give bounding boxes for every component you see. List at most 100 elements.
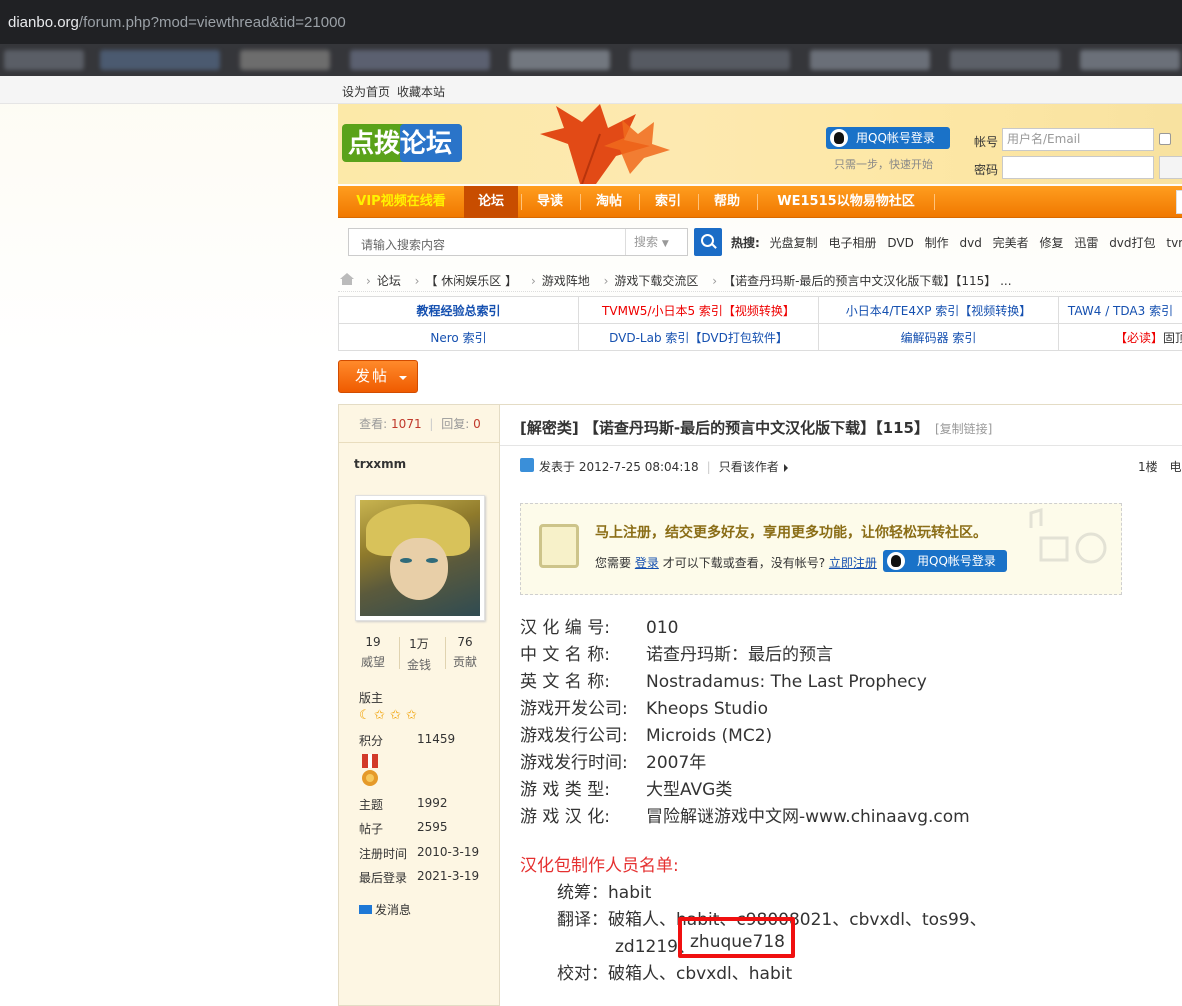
info-line: 中 文 名 称: 诺查丹玛斯：最后的预言 — [520, 645, 833, 665]
login-notice: 马上注册，结交更多好友，享用更多功能，让你轻松玩转社区。 您需要 登录 才可以下… — [520, 503, 1122, 595]
qq-login-button[interactable]: 用QQ帐号登录 — [883, 550, 1007, 572]
login-button[interactable] — [1159, 156, 1182, 179]
info-line: 游戏发行时间: 2007年 — [520, 753, 707, 773]
nav-help[interactable]: 帮助 — [701, 186, 753, 218]
link-codec-index[interactable]: 编解码器 索引 — [901, 331, 977, 345]
credit-proof: 校对：破箱人、cbvxdl、habit — [557, 964, 793, 984]
set-home-link[interactable]: 设为首页 — [342, 83, 390, 100]
star-icon: ✩ — [406, 708, 417, 723]
post-meta: 发表于 2012-7-25 08:04:18 | 只看该作者 — [539, 458, 792, 475]
search-input[interactable]: 请输入搜索内容 — [361, 236, 445, 253]
stat-prestige[interactable]: 19 威望 — [355, 635, 391, 670]
index-links-table: 教程经验总索引 TVMW5/小日本5 索引【视频转换】 小日本4/TE4XP 索… — [338, 296, 1182, 351]
breadcrumb-item[interactable]: 游戏下载交流区 — [614, 274, 698, 288]
qq-icon — [887, 552, 905, 570]
link-pinned[interactable]: 固顶 — [1163, 331, 1181, 345]
link-nero-index[interactable]: Nero 索引 — [430, 331, 486, 345]
decorative-icons — [1029, 508, 1107, 564]
new-post-button[interactable]: 发帖 — [338, 360, 418, 393]
author-online-icon — [520, 458, 534, 472]
home-icon[interactable] — [340, 273, 354, 285]
bookmark-link[interactable]: 收藏本站 — [397, 83, 445, 100]
medal-icon[interactable] — [361, 754, 379, 788]
account-label: 帐号 — [974, 135, 999, 149]
floor-number: 1楼 电梯 — [1138, 458, 1182, 475]
nav-vip-video[interactable]: VIP视频在线看 — [342, 186, 460, 218]
moon-icon: ☾ — [359, 708, 371, 723]
svg-text:点拨论坛: 点拨论坛 — [348, 128, 452, 159]
hot-item[interactable]: 修复 — [1040, 236, 1064, 250]
points-row: 积分 11459 — [359, 732, 456, 748]
send-message-link[interactable]: 发消息 — [359, 901, 411, 918]
hot-label: 热搜: — [731, 236, 760, 250]
info-line: 英 文 名 称: Nostradamus: The Last Prophecy — [520, 672, 927, 692]
url-text[interactable]: dianbo.org/forum.php?mod=viewthread&tid=… — [8, 14, 346, 31]
breadcrumb-current: 【诺查丹玛斯-最后的预言中文汉化版下载】【115】 ... — [723, 274, 1012, 288]
elevator-label[interactable]: 电梯 — [1169, 460, 1182, 474]
star-icon: ✩ — [374, 708, 385, 723]
breadcrumb-item[interactable]: 【 休闲娱乐区 】 — [425, 274, 517, 288]
topics-row: 主题 1992 — [359, 796, 448, 812]
auto-login-checkbox[interactable] — [1159, 133, 1171, 145]
star-icon: ✩ — [390, 708, 401, 723]
nav-guide[interactable]: 导读 — [524, 186, 576, 218]
nav-we1515[interactable]: WE1515以物易物社区 — [762, 186, 930, 218]
search-scope-select[interactable]: 搜索 ▼ — [625, 229, 687, 255]
password-input[interactable] — [1002, 156, 1154, 179]
avatar[interactable] — [355, 495, 485, 621]
last-login-row: 最后登录 2021-3-19 — [359, 869, 480, 885]
notice-text: 您需要 登录 才可以下载或查看，没有帐号? 立即注册 — [595, 556, 877, 570]
user-rank: 版主 — [359, 691, 384, 705]
link-taw4-index[interactable]: TAW4 / TDA3 索引 — [1068, 304, 1173, 318]
post-main: [解密类] 【诺查丹玛斯-最后的预言中文汉化版下载】【115】 [复制链接] 发表… — [500, 404, 1182, 1006]
qq-login-button[interactable]: 用QQ帐号登录 — [826, 127, 950, 149]
hot-item[interactable]: 完美者 — [993, 236, 1029, 250]
nav-forum[interactable]: 论坛 — [464, 186, 518, 218]
hot-item[interactable]: tvmw5 — [1166, 236, 1182, 250]
nav-collection[interactable]: 淘帖 — [583, 186, 635, 218]
hot-item[interactable]: 制作 — [925, 236, 949, 250]
qq-login-label: 用QQ帐号登录 — [856, 131, 935, 145]
breadcrumb: › 论坛 › 【 休闲娱乐区 】 › 游戏阵地 › 游戏下载交流区 › 【诺查丹玛斯-最后… — [338, 266, 1182, 292]
info-line: 游 戏 类 型: 大型AVG类 — [520, 780, 733, 800]
username-input[interactable]: 用户名/Email — [1002, 128, 1154, 151]
hot-searches: 热搜: 光盘复制 电子相册 DVD 制作 dvd 完美者 修复 迅雷 dvd打包… — [731, 234, 1182, 251]
stat-money[interactable]: 1万 金钱 — [401, 635, 437, 673]
info-line: 游戏发行公司: Microids (MC2) — [520, 726, 773, 746]
search-box[interactable]: 请输入搜索内容 搜索 ▼ — [348, 228, 688, 256]
nav-index[interactable]: 索引 — [642, 186, 694, 218]
stat-contribution[interactable]: 76 贡献 — [447, 635, 483, 670]
hot-item[interactable]: 电子相册 — [828, 236, 876, 250]
site-logo[interactable]: 点拨论坛 — [340, 120, 466, 164]
search-icon[interactable] — [694, 228, 722, 256]
address-bar[interactable]: dianbo.org/forum.php?mod=viewthread&tid=… — [0, 0, 1182, 44]
link-must-read[interactable]: 【必读】 — [1115, 331, 1163, 345]
qq-tip: 只需一步，快速开始 — [834, 158, 933, 171]
link-dvdlab-index[interactable]: DVD-Lab 索引【DVD打包软件】 — [609, 331, 788, 345]
lock-icon — [539, 524, 579, 568]
copy-link[interactable]: [复制链接] — [935, 422, 992, 436]
envelope-icon — [359, 905, 372, 914]
hot-item[interactable]: DVD — [887, 236, 913, 250]
register-link[interactable]: 立即注册 — [829, 556, 877, 570]
hot-item[interactable]: 光盘复制 — [770, 236, 818, 250]
breadcrumb-item[interactable]: 游戏阵地 — [542, 274, 590, 288]
post-title: [解密类] 【诺查丹玛斯-最后的预言中文汉化版下载】【115】 [复制链接] — [520, 419, 993, 437]
posts-row: 帖子 2595 — [359, 820, 448, 836]
qq-icon — [830, 129, 848, 147]
hot-item[interactable]: dvd — [959, 236, 981, 250]
info-line: 汉 化 编 号: 010 — [520, 618, 679, 638]
author-username[interactable]: trxxmm — [354, 457, 406, 471]
link-tvmw5-index[interactable]: TVMW5/小日本5 索引【视频转换】 — [602, 304, 795, 318]
login-link[interactable]: 登录 — [635, 556, 659, 570]
maple-leaf-decoration — [540, 104, 670, 184]
breadcrumb-item[interactable]: 论坛 — [377, 274, 401, 288]
play-icon — [783, 464, 792, 472]
link-tutorial-index[interactable]: 教程经验总索引 — [416, 304, 500, 318]
author-only-link[interactable]: 只看该作者 — [719, 460, 779, 474]
password-label: 密码 — [974, 163, 999, 177]
highlight-box — [678, 917, 795, 958]
link-te4xp-index[interactable]: 小日本4/TE4XP 索引【视频转换】 — [846, 304, 1032, 318]
hot-item[interactable]: 迅雷 — [1074, 236, 1098, 250]
hot-item[interactable]: dvd打包 — [1109, 236, 1155, 250]
